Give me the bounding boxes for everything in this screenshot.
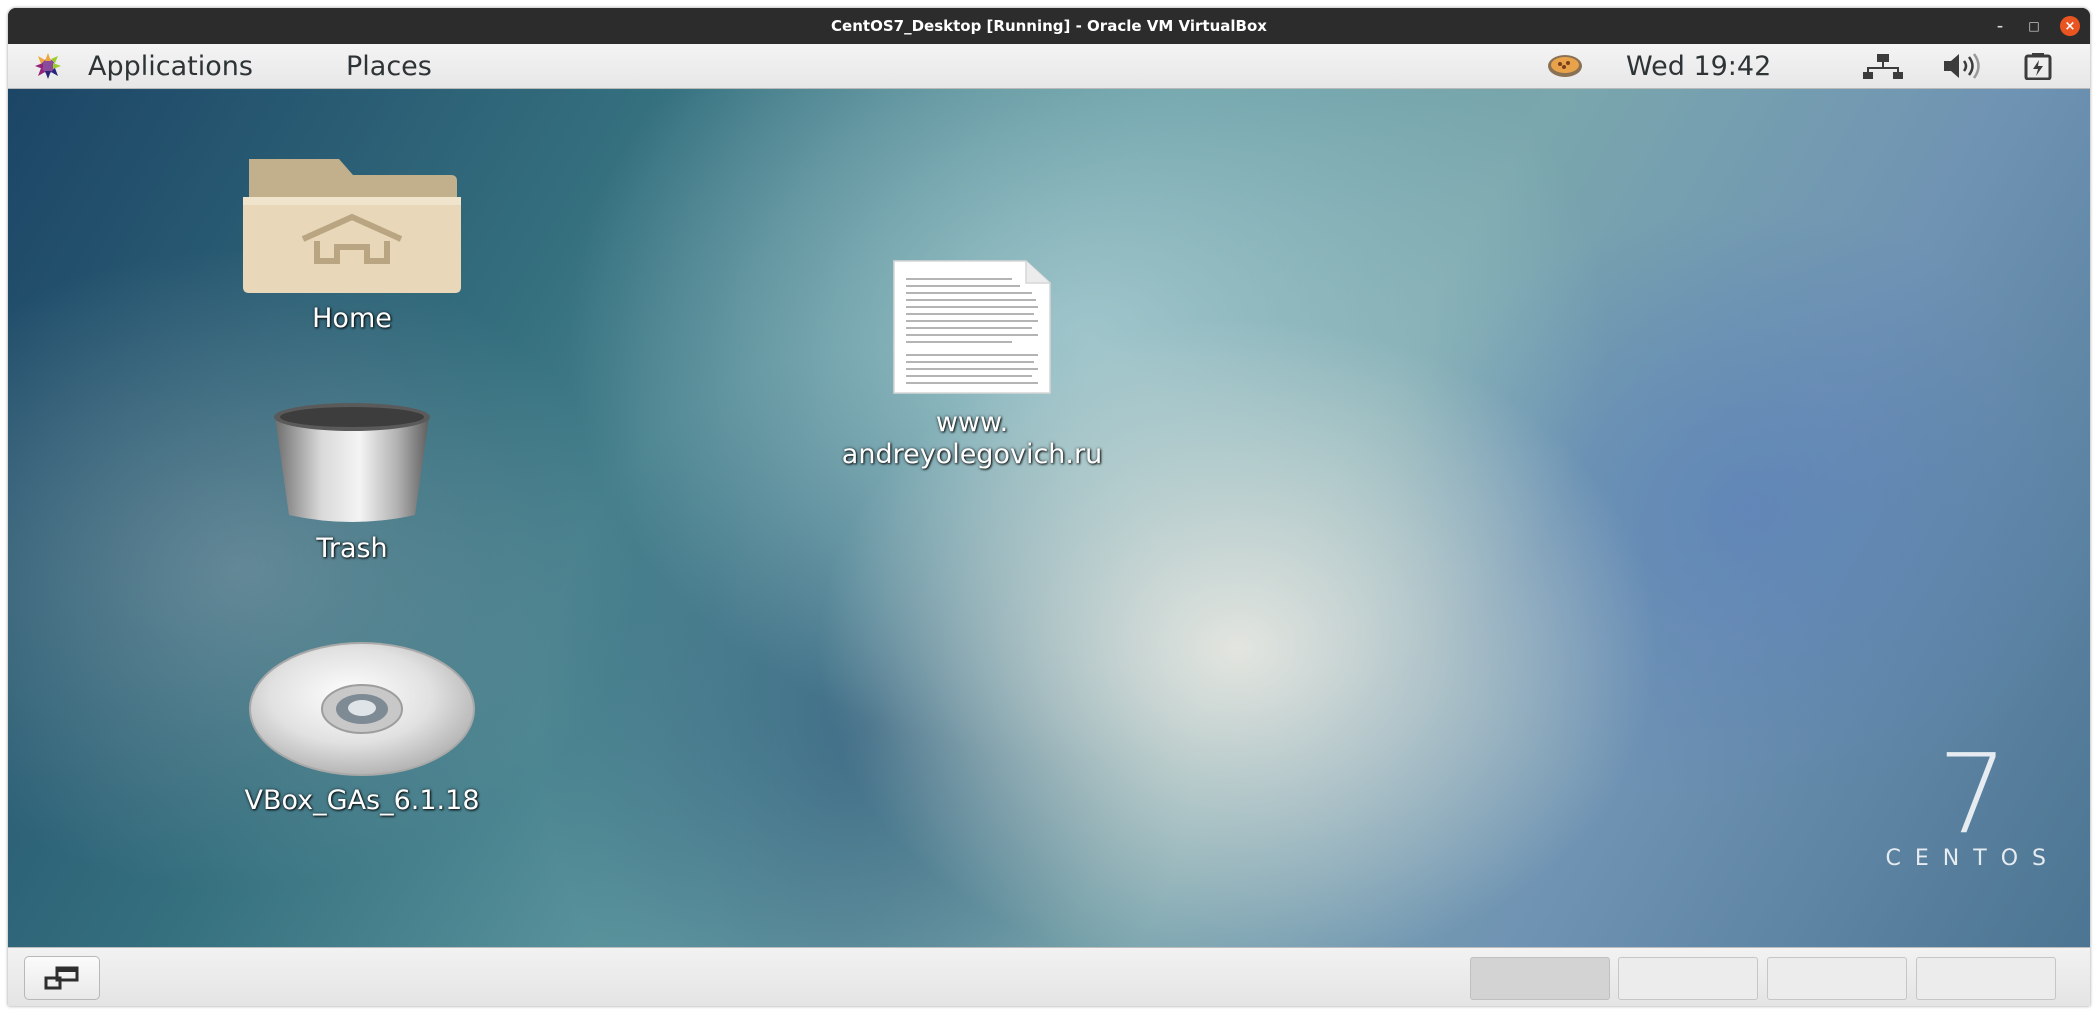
minimize-button[interactable]: –	[1992, 18, 2008, 34]
desktop-icon-label: Home	[312, 303, 392, 334]
centos-logo: 7 CENTOS	[1885, 730, 2060, 871]
pie-status-icon[interactable]	[1546, 44, 1584, 88]
desktop-icon-label-line2: andreyolegovich.ru	[841, 439, 1103, 470]
network-icon[interactable]	[1863, 44, 1903, 88]
desktop-icon-cdrom[interactable]: VBox_GAs_6.1.18	[202, 637, 522, 817]
trash-icon	[274, 403, 430, 522]
bottom-panel	[8, 947, 2090, 1006]
window-controls: – □ ×	[1992, 8, 2080, 44]
desktop[interactable]: Home Trash VBox_GAs_6.1.18 www. andreyol…	[8, 89, 2090, 947]
workspace-4[interactable]	[1916, 957, 2056, 1000]
places-menu[interactable]: Places	[346, 44, 432, 88]
workspace-2[interactable]	[1618, 957, 1758, 1000]
top-panel: Applications Places Wed 19:42	[8, 44, 2090, 89]
desktop-icon-home[interactable]: Home	[242, 159, 462, 335]
virtualbox-window: CentOS7_Desktop [Running] - Oracle VM Vi…	[8, 8, 2090, 1006]
desktop-icon-label: Trash	[316, 533, 388, 564]
clock[interactable]: Wed 19:42	[1626, 44, 1771, 88]
window-titlebar[interactable]: CentOS7_Desktop [Running] - Oracle VM Vi…	[8, 8, 2090, 44]
close-button[interactable]: ×	[2060, 16, 2080, 36]
maximize-button[interactable]: □	[2026, 18, 2042, 34]
desktop-icon-trash[interactable]: Trash	[242, 401, 462, 565]
desktop-icon-text-file[interactable]: www. andreyolegovich.ru	[812, 259, 1132, 471]
show-desktop-icon	[44, 966, 79, 990]
workspace-3[interactable]	[1767, 957, 1907, 1000]
centos-version-number: 7	[1937, 730, 2008, 858]
desktop-icon-label-line1: www.	[935, 407, 1009, 438]
cdrom-icon	[249, 642, 475, 776]
text-document-icon	[893, 260, 1051, 394]
applications-menu[interactable]: Applications	[88, 44, 253, 88]
volume-icon[interactable]	[1942, 44, 1982, 88]
gnome-logo-icon[interactable]	[30, 44, 66, 88]
battery-icon[interactable]	[2023, 44, 2053, 88]
window-title: CentOS7_Desktop [Running] - Oracle VM Vi…	[831, 17, 1267, 35]
guest-screen: Applications Places Wed 19:42 Home Trash…	[8, 44, 2090, 1006]
show-desktop-button[interactable]	[24, 956, 100, 1000]
desktop-icon-label: VBox_GAs_6.1.18	[244, 785, 480, 816]
workspace-1[interactable]	[1470, 957, 1610, 1000]
centos-wordmark: CENTOS	[1885, 846, 2060, 871]
home-folder-icon	[243, 159, 461, 293]
